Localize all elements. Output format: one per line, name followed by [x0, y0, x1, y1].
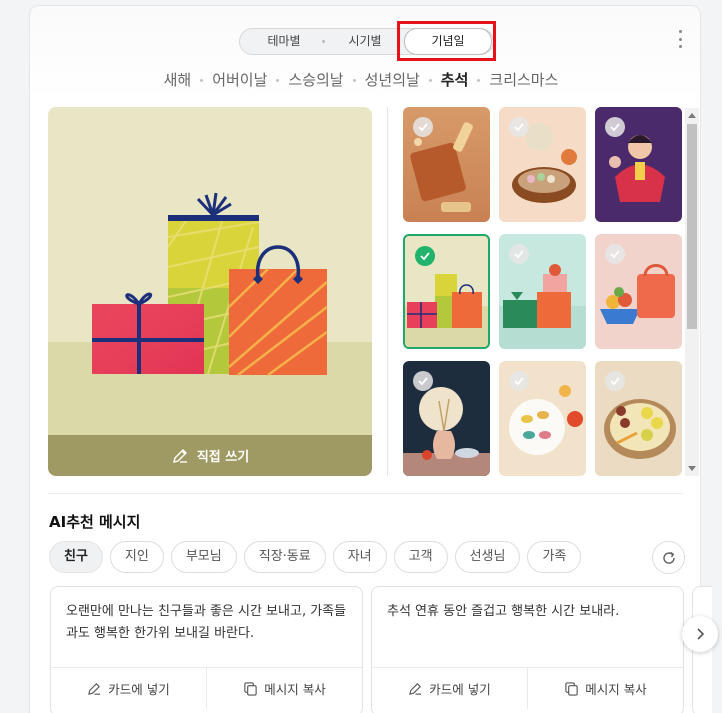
- thumbnail-moon-and-vase[interactable]: [403, 361, 490, 476]
- pencil-icon: [88, 683, 101, 695]
- thumbnail-gift-boxes[interactable]: [403, 234, 490, 349]
- insert-into-card-button[interactable]: 카드에 넣기: [51, 668, 206, 709]
- pencil-icon: [172, 448, 187, 463]
- more-options-icon[interactable]: [675, 30, 685, 48]
- check-icon: [509, 117, 529, 137]
- card-preview: 직접 쓰기: [48, 107, 372, 476]
- highlight-box: [397, 21, 496, 61]
- copy-message-button[interactable]: 메시지 복사: [206, 668, 362, 709]
- category-nav: 새해 어버이날 스승의날 성년의날 추석 크리스마스: [0, 69, 722, 90]
- copy-message-button[interactable]: 메시지 복사: [527, 668, 683, 709]
- pencil-icon: [409, 683, 422, 695]
- category-christmas[interactable]: 크리스마스: [489, 71, 558, 89]
- refresh-icon: [662, 551, 675, 564]
- check-icon: [413, 117, 433, 137]
- insert-into-card-button[interactable]: 카드에 넣기: [372, 668, 527, 709]
- refresh-button[interactable]: [652, 541, 685, 574]
- next-messages-button[interactable]: [682, 616, 718, 652]
- ai-recommend-title: AI추천 메시지: [49, 513, 141, 531]
- chip-customer[interactable]: 고객: [393, 541, 448, 573]
- check-icon: [413, 371, 433, 391]
- chip-friend[interactable]: 친구: [49, 541, 103, 573]
- scrollbar-thumb[interactable]: [687, 124, 697, 329]
- copy-icon: [244, 682, 257, 696]
- check-icon: [605, 244, 625, 264]
- chip-coworker[interactable]: 직장·동료: [243, 541, 326, 573]
- recipient-chips: 친구 지인 부모님 직장·동료 자녀 고객 선생님 가족: [49, 541, 582, 573]
- thumbnail-teapot-and-songpyeon[interactable]: [499, 107, 586, 222]
- chip-teacher[interactable]: 선생님: [454, 541, 521, 573]
- message-text: 추석 연휴 동안 즐겁고 행복한 시간 보내라.: [387, 604, 620, 619]
- thumbnail-girl-in-hanbok[interactable]: [595, 107, 682, 222]
- chevron-right-icon: [697, 628, 705, 640]
- check-icon: [509, 244, 529, 264]
- category-teachers-day[interactable]: 스승의날: [288, 71, 343, 89]
- message-card: 추석 연휴 동안 즐겁고 행복한 시간 보내라. 카드에 넣기 메시지 복사: [371, 586, 684, 713]
- write-directly-label: 직접 쓰기: [196, 450, 250, 465]
- tab-theme[interactable]: 테마별: [248, 29, 320, 54]
- write-directly-button[interactable]: 직접 쓰기: [48, 435, 372, 476]
- check-icon: [415, 246, 435, 266]
- chip-acquaintance[interactable]: 지인: [109, 541, 164, 573]
- message-text: 오랜만에 만나는 친구들과 좋은 시간 보내고, 가족들과도 행복한 한가위 보…: [66, 604, 347, 641]
- design-thumbnail-grid: [403, 107, 683, 476]
- message-card: 오랜만에 만나는 친구들과 좋은 시간 보내고, 가족들과도 행복한 한가위 보…: [50, 586, 363, 713]
- scroll-down-icon[interactable]: [688, 466, 696, 471]
- copy-icon: [565, 682, 578, 696]
- thumbnail-jeon-platter[interactable]: [595, 361, 682, 476]
- category-coming-of-age-day[interactable]: 성년의날: [365, 71, 420, 89]
- chip-children[interactable]: 자녀: [332, 541, 387, 573]
- thumbnail-rice-cakes-and-lantern[interactable]: [403, 107, 490, 222]
- check-icon: [605, 117, 625, 137]
- thumbnail-stacked-gift-boxes-mint[interactable]: [499, 234, 586, 349]
- thumbnail-scrollbar[interactable]: [685, 108, 699, 476]
- category-chuseok[interactable]: 추석: [441, 71, 469, 89]
- thumbnail-fruit-bowl-and-bag[interactable]: [595, 234, 682, 349]
- chip-parents[interactable]: 부모님: [170, 541, 237, 573]
- category-new-year[interactable]: 새해: [164, 71, 192, 89]
- category-parents-day[interactable]: 어버이날: [212, 71, 267, 89]
- scroll-up-icon[interactable]: [688, 113, 696, 118]
- chip-family[interactable]: 가족: [527, 541, 582, 573]
- check-icon: [605, 371, 625, 391]
- check-icon: [509, 371, 529, 391]
- gift-boxes-illustration: [92, 192, 328, 377]
- thumbnail-songpyeon-plate[interactable]: [499, 361, 586, 476]
- tab-season[interactable]: 시기별: [328, 29, 402, 54]
